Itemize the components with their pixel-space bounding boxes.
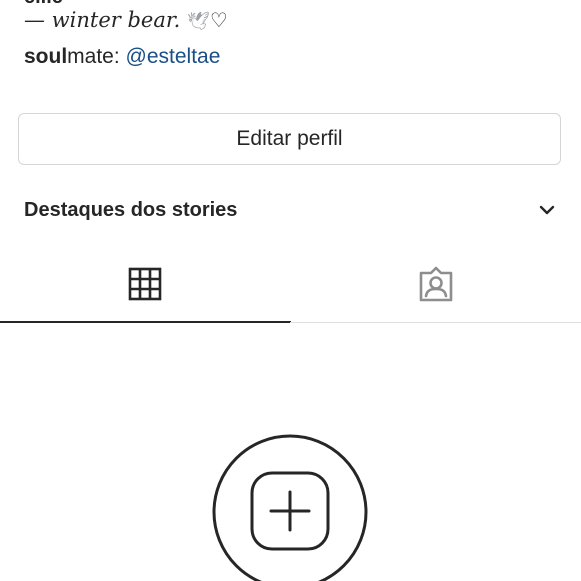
bio-soulmate-line: soulmate: @esteltae — [24, 45, 220, 69]
profile-tabs — [0, 245, 581, 323]
tabs-divider — [290, 322, 581, 323]
edit-profile-button[interactable]: Editar perfil — [18, 113, 561, 165]
soulmate-text: mate: — [67, 45, 126, 68]
profile-page: ellie — winter bear. 🕊♡ soulmate: @estel… — [0, 0, 581, 581]
bio-line: — winter bear. 🕊♡ — [24, 8, 228, 32]
active-tab-indicator — [0, 321, 291, 323]
story-highlights-toggle[interactable]: Destaques dos stories — [24, 193, 559, 227]
mention-link[interactable]: @esteltae — [126, 45, 221, 68]
story-highlights-label: Destaques dos stories — [24, 198, 238, 221]
grid-icon — [128, 267, 162, 301]
soulmate-bold: soul — [24, 45, 68, 68]
tagged-icon — [419, 266, 453, 302]
tab-posts-grid[interactable] — [0, 245, 291, 323]
add-post-icon[interactable] — [212, 434, 368, 581]
heart-icon: ♡ — [209, 8, 228, 32]
bio-text: — winter bear. — [24, 8, 181, 32]
chevron-down-icon[interactable] — [535, 198, 559, 222]
dove-icon: 🕊 — [186, 11, 210, 32]
tab-tagged[interactable] — [291, 245, 581, 323]
